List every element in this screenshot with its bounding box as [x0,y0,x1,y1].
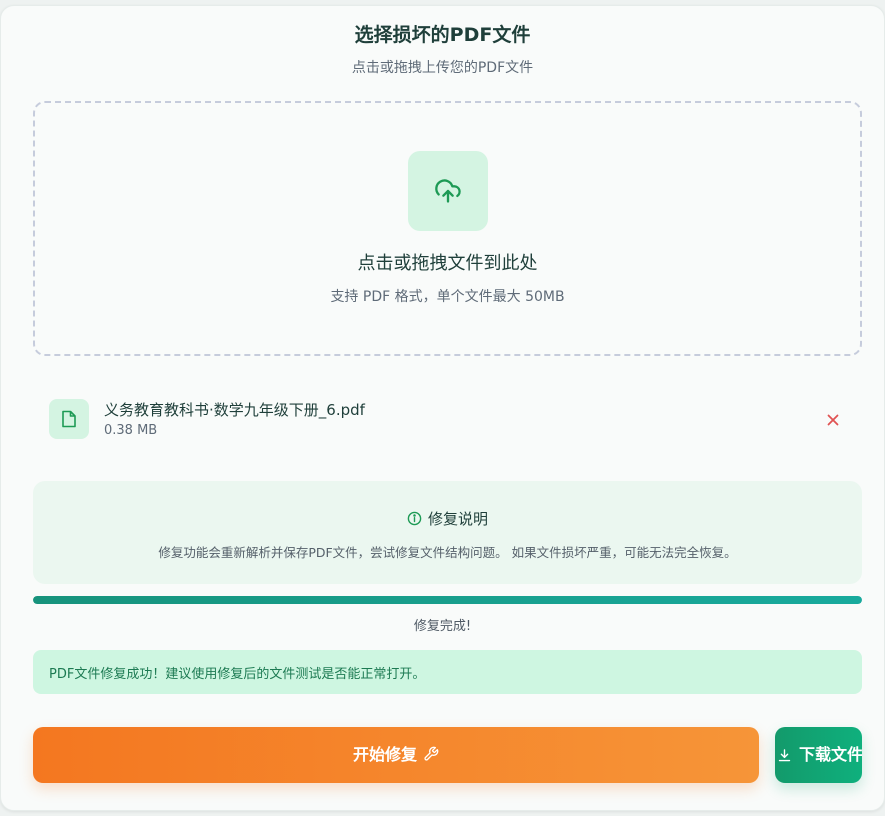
download-file-button[interactable]: 下载文件 [775,727,862,783]
file-icon [62,410,76,428]
start-repair-label: 开始修复 [352,745,417,764]
wrench-icon [424,746,439,761]
progress-fill [33,596,862,604]
info-body: 修复功能会重新解析并保存PDF文件，尝试修复文件结构问题。 如果文件损坏严重，可… [158,545,737,560]
repair-info-panel: 修复说明 修复功能会重新解析并保存PDF文件，尝试修复文件结构问题。 如果文件损… [33,481,862,584]
info-icon [407,511,422,526]
file-name: 义务教育教科书·数学九年级下册_6.pdf [104,401,365,419]
file-size: 0.38 MB [104,423,158,438]
download-label: 下载文件 [799,745,862,764]
progress-status: 修复完成! [413,619,472,634]
repair-card: 选择损坏的PDF文件 点击或拖拽上传您的PDF文件 点击或拖拽文件到此处 支持 … [0,5,885,811]
remove-file-button[interactable] [824,411,842,429]
file-icon-box [49,399,89,439]
dropzone-title: 点击或拖拽文件到此处 [357,253,538,274]
upload-icon-box [408,151,488,231]
cloud-upload-icon [435,179,461,203]
start-repair-button[interactable]: 开始修复 [33,727,759,783]
info-heading: 修复说明 [33,508,862,529]
dropzone-hint: 支持 PDF 格式，单个文件最大 50MB [330,289,565,305]
download-icon [778,749,791,762]
page-title: 选择损坏的PDF文件 [354,24,531,46]
close-icon [827,414,839,426]
page-subtitle: 点击或拖拽上传您的PDF文件 [351,60,534,76]
success-alert: PDF文件修复成功！建议使用修复后的文件测试是否能正常打开。 [33,650,862,694]
file-dropzone[interactable]: 点击或拖拽文件到此处 支持 PDF 格式，单个文件最大 50MB [33,101,862,356]
repair-progress-bar [33,596,862,604]
success-message: PDF文件修复成功！建议使用修复后的文件测试是否能正常打开。 [49,667,426,682]
selected-file-row: 义务教育教科书·数学九年级下册_6.pdf 0.38 MB [33,391,862,449]
info-title: 修复说明 [427,510,488,528]
